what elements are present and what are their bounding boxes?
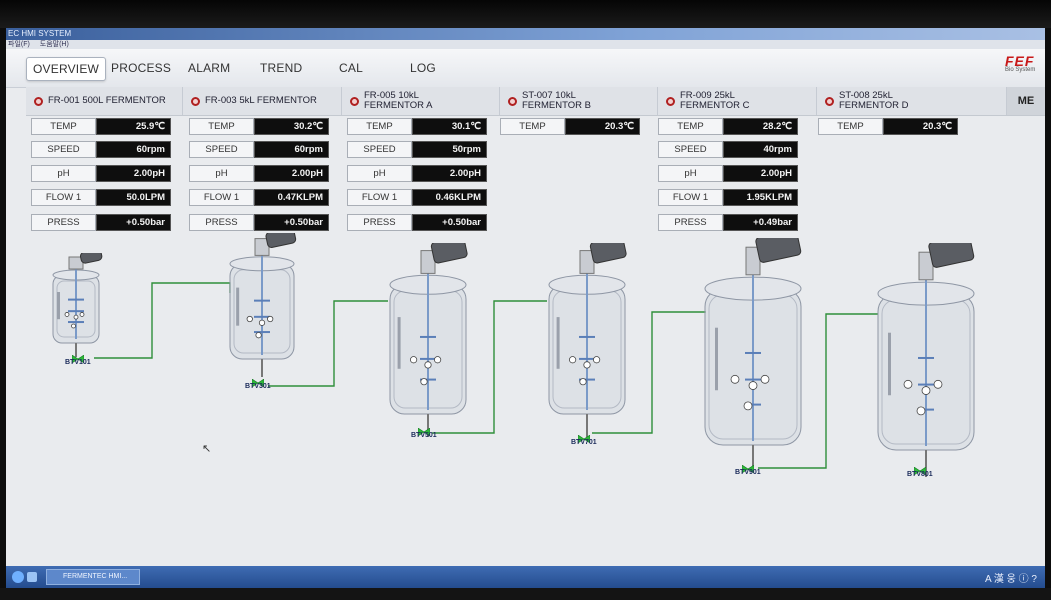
vessel-graphic[interactable] — [51, 249, 122, 372]
vessel-graphic[interactable] — [876, 234, 1018, 492]
monitor-bezel-top — [0, 0, 1051, 28]
vessel-graphic[interactable] — [228, 227, 325, 392]
vessel-graphic[interactable] — [703, 229, 845, 487]
valve-label: BTV801 — [907, 471, 933, 478]
valve-label: BTV901 — [735, 469, 761, 476]
taskbar: FERMENTEC HMI... A 漢 웅 ⓘ ? — [6, 566, 1045, 588]
taskbar-app-button[interactable]: FERMENTEC HMI... — [46, 569, 140, 585]
valve-label: BTV701 — [571, 439, 597, 446]
monitor-bezel-bottom — [0, 588, 1051, 600]
system-tray: A 漢 웅 ⓘ ? — [985, 574, 1037, 585]
mouse-pointer-icon: ↖ — [202, 443, 212, 455]
vessel-graphic[interactable] — [388, 236, 502, 452]
valve-label: BTV101 — [65, 359, 91, 366]
valve-label: BTV301 — [245, 383, 271, 390]
start-button[interactable] — [10, 569, 40, 585]
hmi-screen: EC HMI SYSTEM 파일(F) 도움말(H) OVERVIEW PROC… — [6, 28, 1045, 588]
valve-label: BTV501 — [411, 432, 437, 439]
vessel-graphic[interactable] — [547, 236, 661, 452]
